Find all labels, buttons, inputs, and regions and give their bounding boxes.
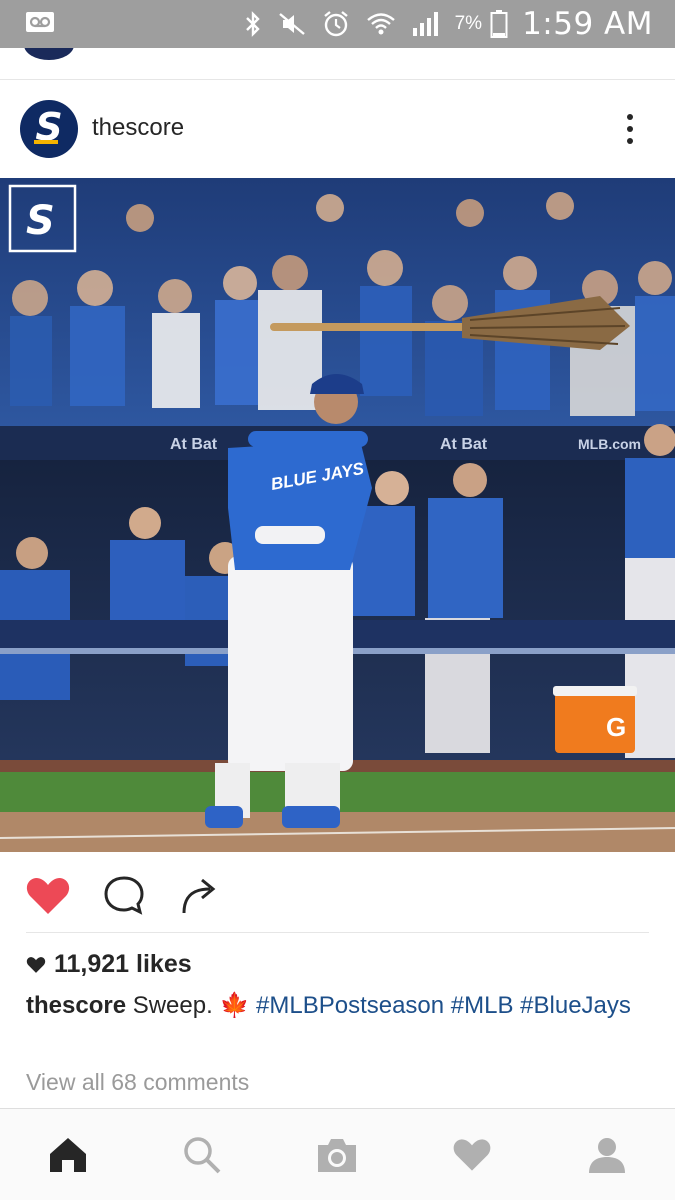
hashtag-bluejays[interactable]: #BlueJays [520, 992, 631, 1019]
wifi-icon [365, 10, 397, 38]
more-options-button[interactable] [612, 106, 648, 152]
nav-home[interactable] [46, 1133, 90, 1177]
banner-mid-text: At Bat [440, 436, 488, 453]
like-button[interactable] [24, 874, 72, 918]
cooler: G [553, 686, 637, 753]
clock: 1:59 AM [522, 6, 653, 42]
heart-filled-icon [26, 878, 70, 914]
heart-icon [453, 1139, 491, 1171]
share-button[interactable] [176, 874, 224, 918]
post-username[interactable]: thescore [92, 114, 184, 142]
previous-post-edge[interactable] [0, 48, 675, 80]
post-header: S thescore [0, 80, 675, 178]
nav-search[interactable] [180, 1133, 224, 1177]
share-icon [182, 878, 216, 914]
likes-count[interactable]: 11,921 likes [26, 950, 192, 979]
bottom-nav [0, 1108, 675, 1200]
signal-icon [411, 10, 441, 38]
caption-text: Sweep. [132, 992, 213, 1019]
profile-icon [589, 1138, 625, 1173]
maple-leaf-emoji: 🍁 [219, 992, 250, 1019]
brand-logo-bar [34, 140, 58, 144]
nav-profile[interactable] [585, 1133, 629, 1177]
comment-icon [104, 876, 144, 915]
home-icon [50, 1138, 86, 1172]
camera-icon [318, 1139, 356, 1172]
avatar [24, 48, 74, 60]
post-actions [0, 852, 675, 934]
post-caption: thescore Sweep. 🍁 #MLBPostseason #MLB #B… [26, 988, 651, 1023]
avatar[interactable]: S [20, 100, 78, 158]
dot-icon [627, 114, 633, 120]
dot-icon [627, 126, 633, 132]
nav-camera[interactable] [315, 1133, 359, 1177]
likes-text: 11,921 likes [54, 950, 192, 978]
comment-button[interactable] [100, 874, 148, 918]
hashtag-mlb[interactable]: #MLB [451, 992, 514, 1019]
status-bar: 7% 1:59 AM [0, 0, 675, 48]
battery-icon [490, 9, 508, 39]
divider [26, 932, 649, 933]
voicemail-icon [26, 12, 54, 32]
cooler-logo-text: G [606, 712, 626, 742]
banner-left-text: At Bat [170, 436, 218, 453]
banner-right-text: MLB.com [578, 436, 641, 452]
caption-username[interactable]: thescore [26, 992, 126, 1019]
nav-activity[interactable] [450, 1133, 494, 1177]
post-photo[interactable]: At Bat At Bat MLB.com G BLUE JAYS S [0, 178, 675, 852]
mute-icon [277, 11, 307, 37]
bluetooth-icon [243, 10, 263, 38]
battery-percent: 7% [454, 13, 483, 34]
heart-small-icon [26, 956, 46, 973]
alarm-icon [321, 9, 351, 39]
view-comments-link[interactable]: View all 68 comments [26, 1069, 249, 1096]
dot-icon [627, 138, 633, 144]
search-icon [184, 1137, 221, 1174]
watermark-letter: S [26, 198, 55, 244]
hashtag-mlbpostseason[interactable]: #MLBPostseason [256, 992, 444, 1019]
